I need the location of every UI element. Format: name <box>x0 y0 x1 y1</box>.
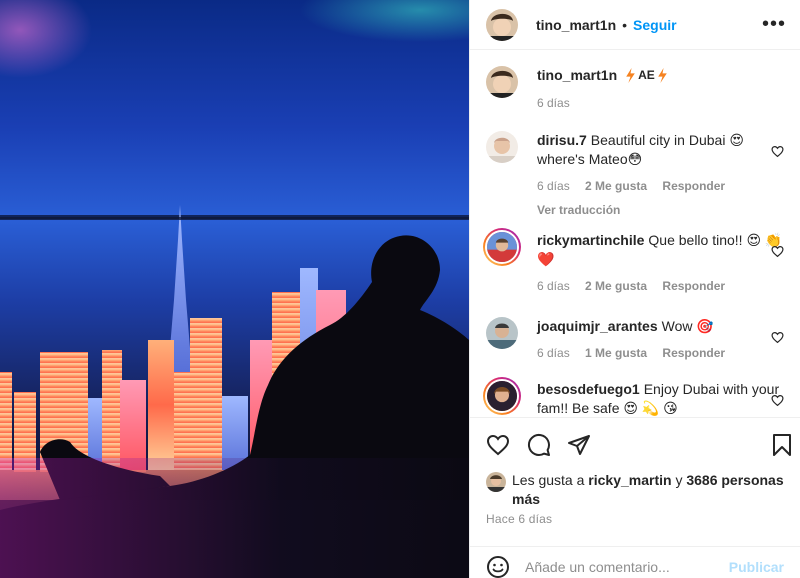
action-bar <box>470 417 800 470</box>
comment-item: joaquimjr_arantes Wow 🎯 6 días 1 Me gusta… <box>486 317 784 363</box>
heart-icon[interactable] <box>771 145 784 158</box>
lightning-icon <box>658 68 667 83</box>
window-frame-line <box>0 217 469 220</box>
more-icon[interactable]: ••• <box>762 13 786 36</box>
caption-time: 6 días <box>537 96 570 110</box>
follow-button[interactable]: Seguir <box>633 17 677 33</box>
heart-icon[interactable] <box>486 433 510 457</box>
comment-icon[interactable] <box>527 433 551 457</box>
comment-input[interactable] <box>525 558 725 575</box>
separator-dot: • <box>622 16 628 33</box>
publish-button[interactable]: Publicar <box>729 559 784 575</box>
translate-button[interactable]: Ver traducción <box>537 201 784 220</box>
commenter-avatar[interactable] <box>486 131 518 163</box>
comment-likes[interactable]: 2 Me gusta <box>585 179 647 193</box>
liker-username[interactable]: ricky_martin <box>588 472 671 488</box>
lightning-icon <box>626 68 635 83</box>
comment-likes[interactable]: 2 Me gusta <box>585 279 647 293</box>
comment-item: dirisu.7 Beautiful city in Dubai 😍 where'… <box>486 131 784 220</box>
heart-icon[interactable] <box>771 394 784 407</box>
comment-time[interactable]: 6 días <box>537 279 570 293</box>
emoji-icon[interactable] <box>486 555 510 578</box>
reply-button[interactable]: Responder <box>662 179 725 193</box>
comment-item: rickymartinchile Que bello tino!! 😍 👏❤️ 6… <box>483 228 784 296</box>
comment-time[interactable]: 6 días <box>537 179 570 193</box>
comment-username[interactable]: rickymartinchile <box>537 232 644 248</box>
commenter-avatar[interactable] <box>483 377 521 415</box>
likes-connector: y <box>675 472 683 488</box>
author-avatar[interactable] <box>486 8 518 41</box>
heart-icon[interactable] <box>771 245 784 258</box>
post-photo[interactable] <box>0 0 469 578</box>
commenter-avatar[interactable] <box>486 317 518 349</box>
city-night-image <box>0 205 469 578</box>
caption-badge: AE <box>638 68 655 82</box>
post-details-panel: tino_mart1n • Seguir ••• tino_mart1n AE … <box>469 0 800 578</box>
liker-avatar[interactable] <box>486 472 506 492</box>
likes-summary: Les gusta a ricky_martin y 3686 personas… <box>486 471 784 509</box>
comment-time[interactable]: 6 días <box>537 346 570 360</box>
caption-row: tino_mart1n AE 6 días <box>486 66 784 113</box>
reply-button[interactable]: Responder <box>662 346 725 360</box>
comment-username[interactable]: joaquimjr_arantes <box>537 318 658 334</box>
author-username[interactable]: tino_mart1n <box>536 17 616 33</box>
post-timestamp[interactable]: Hace 6 días <box>486 512 552 526</box>
comment-username[interactable]: dirisu.7 <box>537 132 587 148</box>
caption-username[interactable]: tino_mart1n <box>537 66 617 85</box>
comments-list[interactable]: tino_mart1n AE 6 días dirisu.7 Beautiful … <box>470 51 800 417</box>
post-header: tino_mart1n • Seguir ••• <box>470 0 800 50</box>
add-comment-bar: Publicar <box>470 546 800 578</box>
comment-username[interactable]: besosdefuego1 <box>537 381 640 397</box>
comment-item: besosdefuego1 Enjoy Dubai with your fam!!… <box>483 377 784 417</box>
comment-likes[interactable]: 1 Me gusta <box>585 346 647 360</box>
bookmark-icon[interactable] <box>770 433 794 457</box>
commenter-avatar[interactable] <box>483 228 521 266</box>
caption-avatar[interactable] <box>486 66 518 98</box>
reply-button[interactable]: Responder <box>662 279 725 293</box>
comment-text: Wow 🎯 <box>661 318 714 334</box>
share-icon[interactable] <box>567 433 591 457</box>
likes-prefix: Les gusta a <box>512 472 585 488</box>
heart-icon[interactable] <box>771 331 784 344</box>
